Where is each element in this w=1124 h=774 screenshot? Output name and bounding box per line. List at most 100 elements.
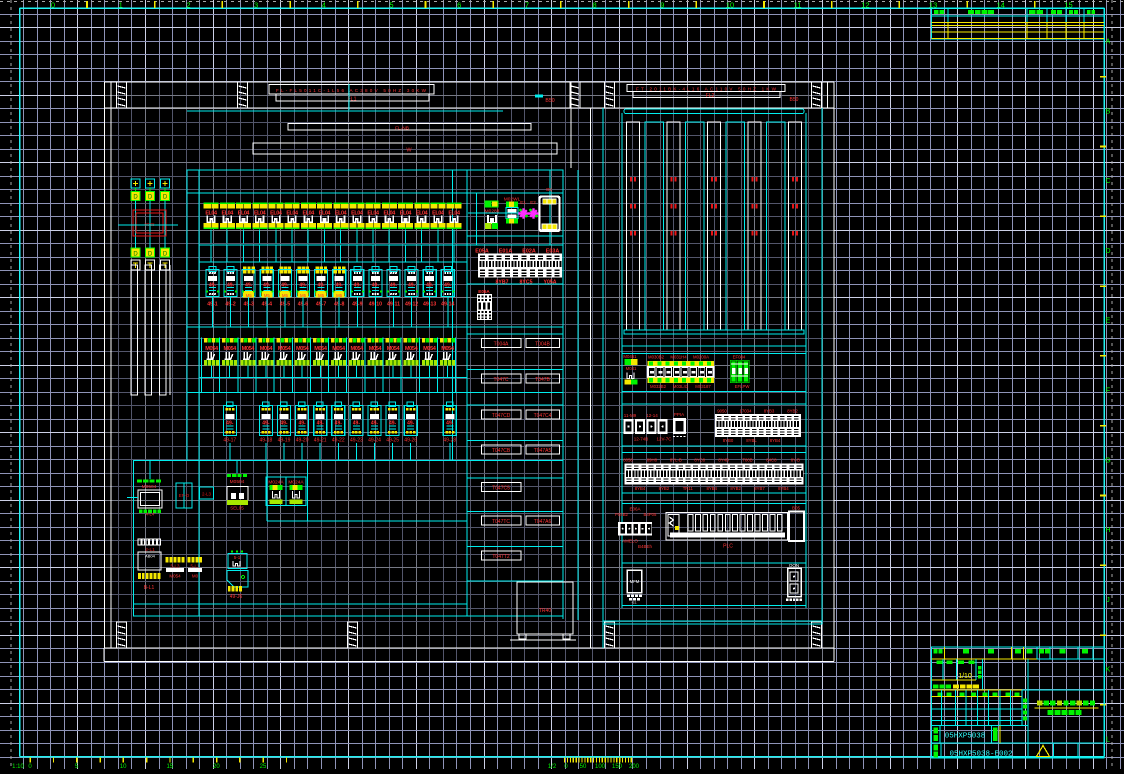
svg-text:PLC: PLC bbox=[723, 544, 733, 550]
svg-text:0: 0 bbox=[51, 1, 55, 10]
svg-text:49-18: 49-18 bbox=[260, 438, 273, 444]
svg-text:B50: B50 bbox=[790, 97, 799, 103]
svg-text:11-M9: 11-M9 bbox=[624, 413, 637, 418]
svg-text:D: D bbox=[148, 195, 153, 201]
svg-text:T047C5: T047C5 bbox=[492, 486, 510, 492]
svg-text:FL-FL5011C-1L56 AC380V 50HZ 30: FL-FL5011C-1L56 AC380V 50HZ 30KW bbox=[276, 88, 427, 93]
svg-text:2: 2 bbox=[186, 1, 190, 10]
svg-text:1/10: 1/10 bbox=[958, 673, 972, 680]
svg-text:T004B: T004B bbox=[535, 342, 550, 348]
svg-text:50: 50 bbox=[580, 764, 587, 769]
svg-text:9: 9 bbox=[660, 1, 664, 10]
svg-text:49-24: 49-24 bbox=[368, 438, 381, 444]
svg-text:12-74B: 12-74B bbox=[634, 437, 649, 442]
svg-text:25: 25 bbox=[260, 764, 267, 769]
svg-text:D: D bbox=[148, 252, 153, 258]
svg-text:Y05A: Y05A bbox=[544, 280, 557, 286]
svg-text:J: J bbox=[1106, 597, 1110, 604]
svg-text:8YB0: 8YB0 bbox=[723, 438, 734, 443]
svg-text:49-22: 49-22 bbox=[332, 438, 345, 444]
svg-text:7: 7 bbox=[525, 1, 529, 10]
svg-text:1/2: 1/2 bbox=[548, 764, 557, 769]
svg-text:SEL05: SEL05 bbox=[230, 506, 244, 511]
svg-text:T047C4: T047C4 bbox=[534, 413, 552, 419]
svg-text:8: 8 bbox=[593, 1, 597, 10]
svg-text:FL2: FL2 bbox=[706, 93, 715, 99]
svg-text:B5: B5 bbox=[546, 187, 552, 192]
svg-text:E: E bbox=[1106, 318, 1111, 325]
svg-text:D: D bbox=[133, 252, 138, 258]
svg-text:8YB4: 8YB4 bbox=[770, 438, 781, 443]
svg-text:T047T2: T047T2 bbox=[492, 554, 509, 560]
svg-text:49-28: 49-28 bbox=[443, 438, 456, 444]
svg-text:M0504: M0504 bbox=[230, 479, 245, 485]
svg-text:M0504: M0504 bbox=[142, 484, 157, 490]
svg-text:T047CD: T047CD bbox=[492, 413, 511, 419]
svg-text:W: W bbox=[406, 148, 412, 154]
svg-text:6: 6 bbox=[457, 1, 461, 10]
svg-text:T047CB: T047CB bbox=[492, 448, 511, 454]
svg-text:TR11: TR11 bbox=[683, 486, 694, 491]
svg-text:49-23: 49-23 bbox=[350, 438, 363, 444]
svg-text:E2: E2 bbox=[530, 200, 536, 205]
svg-text:T004A: T004A bbox=[494, 342, 509, 348]
svg-text:200: 200 bbox=[629, 764, 640, 769]
svg-text:T80B: T80B bbox=[742, 458, 752, 463]
svg-text:5-1: 5-1 bbox=[234, 555, 241, 560]
svg-text:M024A: M024A bbox=[288, 480, 304, 486]
svg-text:M0288: M0288 bbox=[485, 209, 500, 215]
svg-text:EFLPW: EFLPW bbox=[735, 384, 751, 389]
svg-text:M031H4: M031H4 bbox=[670, 355, 687, 360]
svg-text:B-L1: B-L1 bbox=[144, 585, 155, 591]
svg-text:B4P05: B4P05 bbox=[644, 512, 658, 517]
svg-text:49-19: 49-19 bbox=[278, 438, 291, 444]
svg-text:E06A: E06A bbox=[629, 507, 640, 512]
svg-text:8YB4: 8YB4 bbox=[778, 486, 789, 491]
svg-text:B: B bbox=[1106, 108, 1111, 115]
svg-text:8YB4: 8YB4 bbox=[635, 486, 646, 491]
svg-text:12-14: 12-14 bbox=[646, 413, 658, 418]
svg-text:84C8: 84C8 bbox=[766, 458, 777, 463]
svg-text:T047B: T047B bbox=[535, 377, 550, 383]
svg-text:E1: E1 bbox=[520, 200, 526, 205]
svg-text:D: D bbox=[1105, 248, 1110, 255]
svg-text:G: G bbox=[1105, 457, 1110, 464]
svg-text:8Y-B: 8Y-B bbox=[791, 458, 800, 463]
svg-text:8YB4: 8YB4 bbox=[706, 486, 717, 491]
svg-text:8YB2: 8YB2 bbox=[659, 486, 670, 491]
svg-text:12: 12 bbox=[861, 1, 869, 10]
svg-text:E06A: E06A bbox=[478, 289, 490, 294]
svg-text:T047TC: T047TC bbox=[492, 519, 510, 525]
svg-text:8YB2: 8YB2 bbox=[730, 486, 741, 491]
svg-text:2-L3: 2-L3 bbox=[202, 492, 212, 497]
svg-text:20: 20 bbox=[213, 764, 220, 769]
svg-text:4-L4: 4-L4 bbox=[146, 512, 155, 517]
svg-text:T047A6: T047A6 bbox=[534, 519, 552, 525]
svg-text:5: 5 bbox=[389, 1, 393, 10]
svg-text:B50: B50 bbox=[545, 98, 554, 104]
svg-text:3: 3 bbox=[254, 1, 258, 10]
svg-text:EF084: EF084 bbox=[733, 355, 746, 360]
svg-text:M03187: M03187 bbox=[695, 384, 711, 389]
svg-text:49-J6: 49-J6 bbox=[230, 594, 243, 600]
svg-text:8YC5: 8YC5 bbox=[520, 280, 533, 286]
svg-text:MFM: MFM bbox=[630, 579, 640, 584]
svg-text:8YB7: 8YB7 bbox=[496, 280, 509, 286]
svg-text:T047A5: T047A5 bbox=[534, 448, 552, 454]
svg-text:F: F bbox=[1106, 388, 1110, 395]
svg-text:D: D bbox=[133, 195, 138, 201]
svg-text:8YB2: 8YB2 bbox=[787, 409, 798, 414]
svg-text:PPIA: PPIA bbox=[674, 412, 684, 417]
svg-text:H: H bbox=[1105, 527, 1110, 534]
svg-text:05HXP5038: 05HXP5038 bbox=[945, 733, 986, 741]
svg-text:8YC8: 8YC8 bbox=[694, 458, 705, 463]
svg-text:05HXP5038-E002: 05HXP5038-E002 bbox=[949, 750, 1012, 758]
svg-text:-LL: -LL bbox=[631, 601, 636, 605]
svg-text:8YB7: 8YB7 bbox=[754, 486, 765, 491]
svg-text:T047C: T047C bbox=[493, 377, 508, 383]
svg-text:4: 4 bbox=[322, 1, 326, 10]
svg-text:1: 1 bbox=[119, 1, 123, 10]
svg-text:AB04: AB04 bbox=[145, 554, 156, 559]
svg-text:8YB3: 8YB3 bbox=[764, 409, 775, 414]
svg-text:11: 11 bbox=[794, 1, 802, 10]
